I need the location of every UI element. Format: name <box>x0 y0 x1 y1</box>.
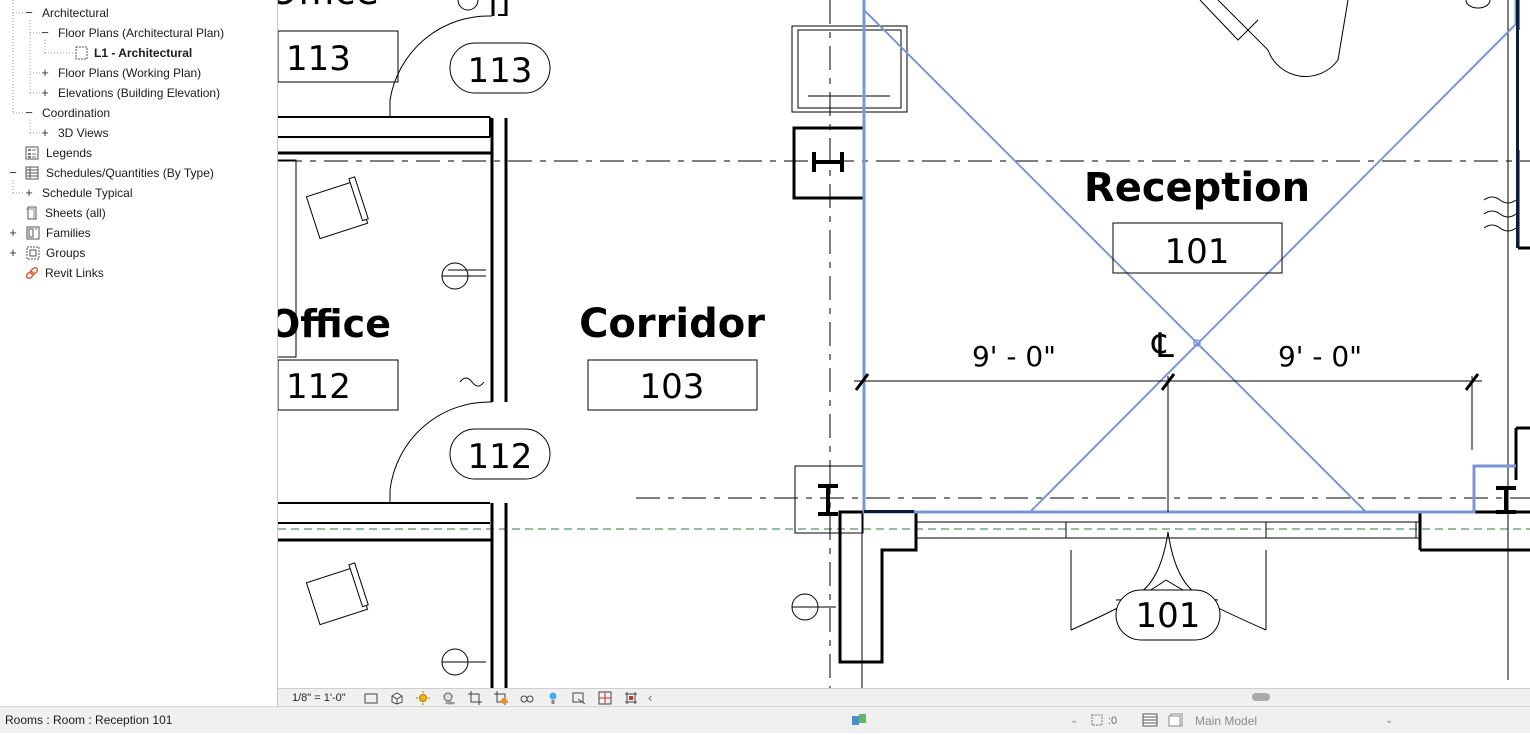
status-message: Rooms : Room : Reception 101 <box>5 713 173 727</box>
shadows-icon[interactable] <box>442 691 456 705</box>
link-icon <box>25 267 39 279</box>
tree-item-label: Architectural <box>42 6 109 20</box>
tree-item-revit-links[interactable]: Revit Links <box>0 264 277 282</box>
expand-toggle[interactable]: + <box>40 124 50 142</box>
room-name-office-112: Office <box>278 302 391 346</box>
expand-toggle[interactable]: + <box>24 184 34 202</box>
editable-only-icon[interactable] <box>1090 713 1106 727</box>
expand-toggle[interactable]: + <box>8 224 18 242</box>
dimension-string <box>854 373 1482 512</box>
tree-item-label: Legends <box>46 146 93 160</box>
tree-item-floor-plans-architectural[interactable]: − Floor Plans (Architectural Plan) <box>0 24 277 42</box>
dimension-label-right: 9' - 0" <box>1278 340 1362 373</box>
active-model-selector[interactable]: Main Model <box>1195 707 1257 735</box>
worksharing-icon[interactable] <box>851 713 867 727</box>
highlight-displacement-icon[interactable] <box>624 691 638 705</box>
view-scale[interactable]: 1/8" = 1'-0" <box>292 689 346 707</box>
tree-item-label: Floor Plans (Architectural Plan) <box>58 26 225 40</box>
temporary-hide-icon[interactable] <box>520 691 534 705</box>
room-number-103: 103 <box>640 367 705 407</box>
tree-item-label: Families <box>46 226 91 240</box>
schedule-icon <box>25 166 39 180</box>
tree-item-label: Groups <box>46 246 86 260</box>
tree-item-architectural[interactable]: − Architectural <box>0 4 277 22</box>
room-number-boxes <box>278 30 1283 411</box>
tree-item-groups[interactable]: + Groups <box>0 244 277 262</box>
design-option-set-icon[interactable] <box>1168 713 1184 727</box>
expand-toggle[interactable]: + <box>40 64 50 82</box>
horizontal-scrollbar-thumb[interactable] <box>1252 693 1270 701</box>
room-tag-101: 101 <box>1136 596 1201 636</box>
room-name-office-113: Office <box>278 0 379 13</box>
room-tag-113: 113 <box>468 51 533 91</box>
temporary-view-properties-icon[interactable] <box>572 691 586 705</box>
reveal-hidden-icon[interactable] <box>546 691 560 705</box>
legend-icon <box>25 146 39 160</box>
sun-path-icon[interactable] <box>416 691 430 705</box>
expand-toggle[interactable]: + <box>40 84 50 102</box>
tree-item-label: Schedules/Quantities (By Type) <box>46 166 214 180</box>
status-bar: Rooms : Room : Reception 101 ⌄ :0 Main M… <box>0 706 1530 733</box>
collapse-toggle[interactable]: − <box>40 24 50 42</box>
collapse-toggle[interactable]: − <box>24 104 34 122</box>
visual-style-icon[interactable] <box>390 691 404 705</box>
scroll-left-arrow[interactable]: ‹ <box>648 689 652 707</box>
groups-icon <box>26 246 40 260</box>
floor-plan-icon <box>75 46 88 60</box>
tree-item-label: Coordination <box>42 106 111 120</box>
tree-item-3d-views[interactable]: + 3D Views <box>0 124 277 142</box>
tree-item-label: Elevations (Building Elevation) <box>58 86 221 100</box>
collapse-toggle[interactable]: − <box>8 164 18 182</box>
families-icon <box>26 226 40 240</box>
furniture <box>305 176 836 676</box>
tree-item-floor-plans-working[interactable]: + Floor Plans (Working Plan) <box>0 64 277 82</box>
detail-level-icon[interactable] <box>364 691 378 705</box>
tree-item-label: Floor Plans (Working Plan) <box>58 66 202 80</box>
analytical-model-icon[interactable] <box>598 691 612 705</box>
tree-item-l1-architectural[interactable]: L1 - Architectural <box>0 44 277 62</box>
collapse-toggle[interactable]: − <box>24 4 34 22</box>
tree-item-label: L1 - Architectural <box>94 46 193 60</box>
design-options-icon[interactable] <box>1142 713 1158 727</box>
chevron-down-icon[interactable]: ⌄ <box>1385 707 1393 735</box>
room-tag-112: 112 <box>468 437 533 477</box>
tree-item-label: Sheets (all) <box>45 206 106 220</box>
tree-item-label: Revit Links <box>45 266 104 280</box>
dimension-label-left: 9' - 0" <box>972 340 1056 373</box>
centerline-symbol: ℄ <box>1151 326 1174 366</box>
tree-item-schedules[interactable]: − Schedules/Quantities (By Type) <box>0 164 277 182</box>
room-tag-ovals <box>449 42 1221 641</box>
tree-item-legends[interactable]: Legends <box>0 144 277 162</box>
tree-item-families[interactable]: + Families <box>0 224 277 242</box>
crop-view-icon[interactable] <box>468 691 482 705</box>
room-number-113: 113 <box>286 39 351 79</box>
tree-item-label: Schedule Typical <box>42 186 133 200</box>
floor-plan-view[interactable]: Office 113 113 Office 112 112 Corridor 1… <box>278 0 1530 688</box>
tree-item-label: 3D Views <box>58 126 109 140</box>
view-control-bar: 1/8" = 1'-0" ‹ <box>278 688 1530 707</box>
expand-toggle[interactable]: + <box>8 244 18 262</box>
room-number-101: 101 <box>1165 232 1230 272</box>
selection-count: :0 <box>1108 715 1118 727</box>
tree-item-coordination[interactable]: − Coordination <box>0 104 277 122</box>
room-name-reception: Reception <box>1084 165 1310 211</box>
project-browser: − Architectural − Floor Plans (Architect… <box>0 0 278 706</box>
sheets-icon <box>26 206 37 220</box>
tree-item-schedule-typical[interactable]: + Schedule Typical <box>0 184 277 202</box>
chevron-down-icon[interactable]: ⌄ <box>1070 707 1078 735</box>
tree-item-elevations[interactable]: + Elevations (Building Elevation) <box>0 84 277 102</box>
show-crop-region-icon[interactable] <box>494 691 508 705</box>
room-name-corridor: Corridor <box>579 301 765 347</box>
drawing-area[interactable]: Office 113 113 Office 112 112 Corridor 1… <box>278 0 1530 688</box>
room-number-112: 112 <box>286 367 351 407</box>
tree-item-sheets[interactable]: Sheets (all) <box>0 204 277 222</box>
